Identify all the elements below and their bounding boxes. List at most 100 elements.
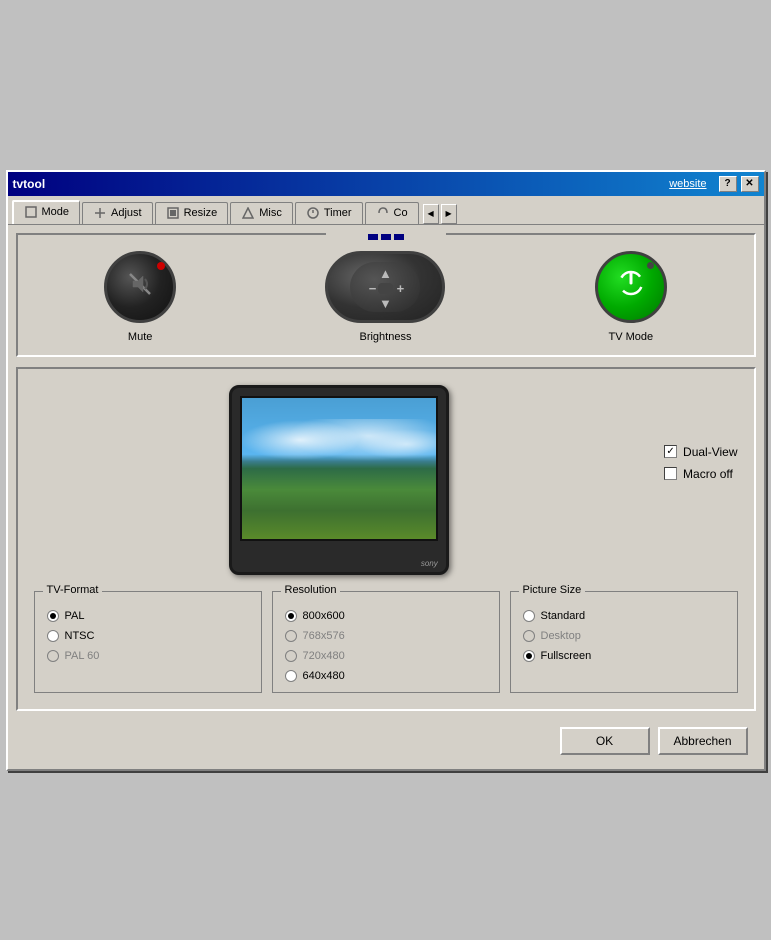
brightness-button[interactable]: ▲ − + ▼ xyxy=(325,251,445,323)
main-panel: sony ✓ Dual-View Macro off xyxy=(16,367,756,711)
mute-control: Mute xyxy=(104,251,176,343)
bottom-buttons: OK Abbrechen xyxy=(16,721,756,761)
misc-icon xyxy=(241,206,255,220)
title-bar: tvtool website ? ✕ xyxy=(8,172,764,196)
help-button[interactable]: ? xyxy=(719,176,737,192)
tv-format-group: TV-Format PAL NTSC PAL 60 xyxy=(34,591,262,693)
co-icon xyxy=(376,206,390,220)
tab-misc-label: Misc xyxy=(259,207,282,219)
power-icon xyxy=(614,266,648,307)
brightness-label: Brightness xyxy=(359,331,411,343)
tab-mode[interactable]: Mode xyxy=(12,200,81,224)
pal-label: PAL xyxy=(65,610,85,622)
768x576-radio[interactable] xyxy=(285,630,297,642)
tab-nav-right[interactable]: ▶ xyxy=(441,204,457,224)
640x480-radio[interactable] xyxy=(285,670,297,682)
progress-dots xyxy=(368,234,404,240)
800x600-radio[interactable] xyxy=(285,610,297,622)
tv-screen xyxy=(240,396,438,541)
progress-container xyxy=(326,233,446,241)
resize-icon xyxy=(166,206,180,220)
tab-mode-label: Mode xyxy=(42,206,70,218)
tab-bar: Mode Adjust Resize Misc Timer xyxy=(8,196,764,225)
progress-dot-1 xyxy=(368,234,378,240)
standard-radio[interactable] xyxy=(523,610,535,622)
macro-off-item[interactable]: Macro off xyxy=(664,467,737,481)
tab-adjust[interactable]: Adjust xyxy=(82,202,153,224)
720x480-label: 720x480 xyxy=(303,650,345,662)
resolution-title: Resolution xyxy=(281,584,341,596)
ok-button[interactable]: OK xyxy=(560,727,650,755)
ntsc-radio[interactable] xyxy=(47,630,59,642)
720x480-radio[interactable] xyxy=(285,650,297,662)
controls-panel: Mute ▲ − + ▼ Brightness xyxy=(16,233,756,357)
dual-view-checkbox[interactable]: ✓ xyxy=(664,445,677,458)
cancel-button[interactable]: Abbrechen xyxy=(658,727,748,755)
dual-view-label: Dual-View xyxy=(683,445,737,459)
mute-button[interactable] xyxy=(104,251,176,323)
main-window: tvtool website ? ✕ Mode Adjust Resize xyxy=(6,170,766,771)
mute-indicator xyxy=(157,262,165,270)
800x600-radio-item[interactable]: 800x600 xyxy=(285,610,487,622)
progress-dot-2 xyxy=(381,234,391,240)
desktop-radio-item[interactable]: Desktop xyxy=(523,630,725,642)
brightness-control: ▲ − + ▼ Brightness xyxy=(325,251,445,343)
768x576-label: 768x576 xyxy=(303,630,345,642)
mute-icon xyxy=(125,269,155,305)
pal60-label: PAL 60 xyxy=(65,650,100,662)
close-button[interactable]: ✕ xyxy=(741,176,759,192)
tvmode-label: TV Mode xyxy=(608,331,653,343)
tab-resize[interactable]: Resize xyxy=(155,202,229,224)
800x600-label: 800x600 xyxy=(303,610,345,622)
pal-radio[interactable] xyxy=(47,610,59,622)
pal-radio-item[interactable]: PAL xyxy=(47,610,249,622)
tv-format-title: TV-Format xyxy=(43,584,103,596)
website-link[interactable]: website xyxy=(669,178,706,190)
picture-size-title: Picture Size xyxy=(519,584,586,596)
tab-adjust-label: Adjust xyxy=(111,207,142,219)
macro-off-checkbox[interactable] xyxy=(664,467,677,480)
tab-timer[interactable]: Timer xyxy=(295,202,363,224)
desktop-label: Desktop xyxy=(541,630,581,642)
tvmode-button[interactable] xyxy=(595,251,667,323)
ntsc-radio-item[interactable]: NTSC xyxy=(47,630,249,642)
640x480-label: 640x480 xyxy=(303,670,345,682)
fullscreen-label: Fullscreen xyxy=(541,650,592,662)
pal60-radio-item[interactable]: PAL 60 xyxy=(47,650,249,662)
content-area: Mute ▲ − + ▼ Brightness xyxy=(8,225,764,769)
screen-clouds xyxy=(242,419,436,461)
title-bar-controls: website ? ✕ xyxy=(669,176,758,192)
tab-co[interactable]: Co xyxy=(365,202,419,224)
adjust-icon xyxy=(93,206,107,220)
tv-stand xyxy=(319,543,359,551)
picture-size-group: Picture Size Standard Desktop Fullscreen xyxy=(510,591,738,693)
tvmode-control: TV Mode xyxy=(595,251,667,343)
dual-view-item[interactable]: ✓ Dual-View xyxy=(664,445,737,459)
tv-brand: sony xyxy=(421,559,438,568)
tv-monitor-container: sony xyxy=(34,385,645,575)
768x576-radio-item[interactable]: 768x576 xyxy=(285,630,487,642)
tab-misc[interactable]: Misc xyxy=(230,202,293,224)
pal60-radio[interactable] xyxy=(47,650,59,662)
tvmode-indicator xyxy=(647,262,654,269)
window-title: tvtool xyxy=(13,177,46,191)
macro-off-label: Macro off xyxy=(683,467,733,481)
720x480-radio-item[interactable]: 720x480 xyxy=(285,650,487,662)
resolution-group: Resolution 800x600 768x576 720x480 xyxy=(272,591,500,693)
standard-radio-item[interactable]: Standard xyxy=(523,610,725,622)
mute-label: Mute xyxy=(128,331,152,343)
tab-co-label: Co xyxy=(394,207,408,219)
checkbox-area: ✓ Dual-View Macro off xyxy=(664,385,737,481)
640x480-radio-item[interactable]: 640x480 xyxy=(285,670,487,682)
tab-nav-left[interactable]: ◀ xyxy=(423,204,439,224)
tv-monitor: sony xyxy=(229,385,449,575)
main-panel-content: sony ✓ Dual-View Macro off xyxy=(34,385,738,575)
radio-groups: TV-Format PAL NTSC PAL 60 xyxy=(34,591,738,693)
tab-timer-label: Timer xyxy=(324,207,352,219)
brightness-inner: ▲ − + ▼ xyxy=(350,262,420,312)
fullscreen-radio[interactable] xyxy=(523,650,535,662)
fullscreen-radio-item[interactable]: Fullscreen xyxy=(523,650,725,662)
desktop-radio[interactable] xyxy=(523,630,535,642)
mode-icon xyxy=(24,205,38,219)
standard-label: Standard xyxy=(541,610,586,622)
